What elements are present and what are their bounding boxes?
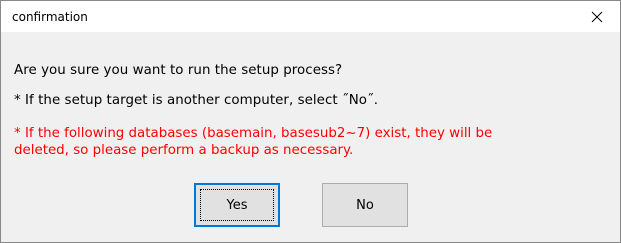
warning-message: * If the following databases (basemain, …	[14, 126, 493, 158]
no-button[interactable]: No	[322, 183, 408, 227]
yes-button[interactable]: Yes	[194, 183, 280, 227]
no-button-label: No	[356, 197, 374, 213]
message-question: Are you sure you want to run the setup p…	[14, 63, 343, 78]
close-button[interactable]	[574, 1, 620, 32]
close-icon	[591, 11, 603, 22]
message-hint: * If the setup target is another compute…	[14, 93, 379, 108]
title-bar: confirmation	[1, 1, 620, 32]
dialog-title: confirmation	[12, 10, 88, 24]
confirmation-dialog: confirmation Are you sure you want to ru…	[0, 0, 621, 243]
yes-button-label: Yes	[226, 197, 248, 213]
